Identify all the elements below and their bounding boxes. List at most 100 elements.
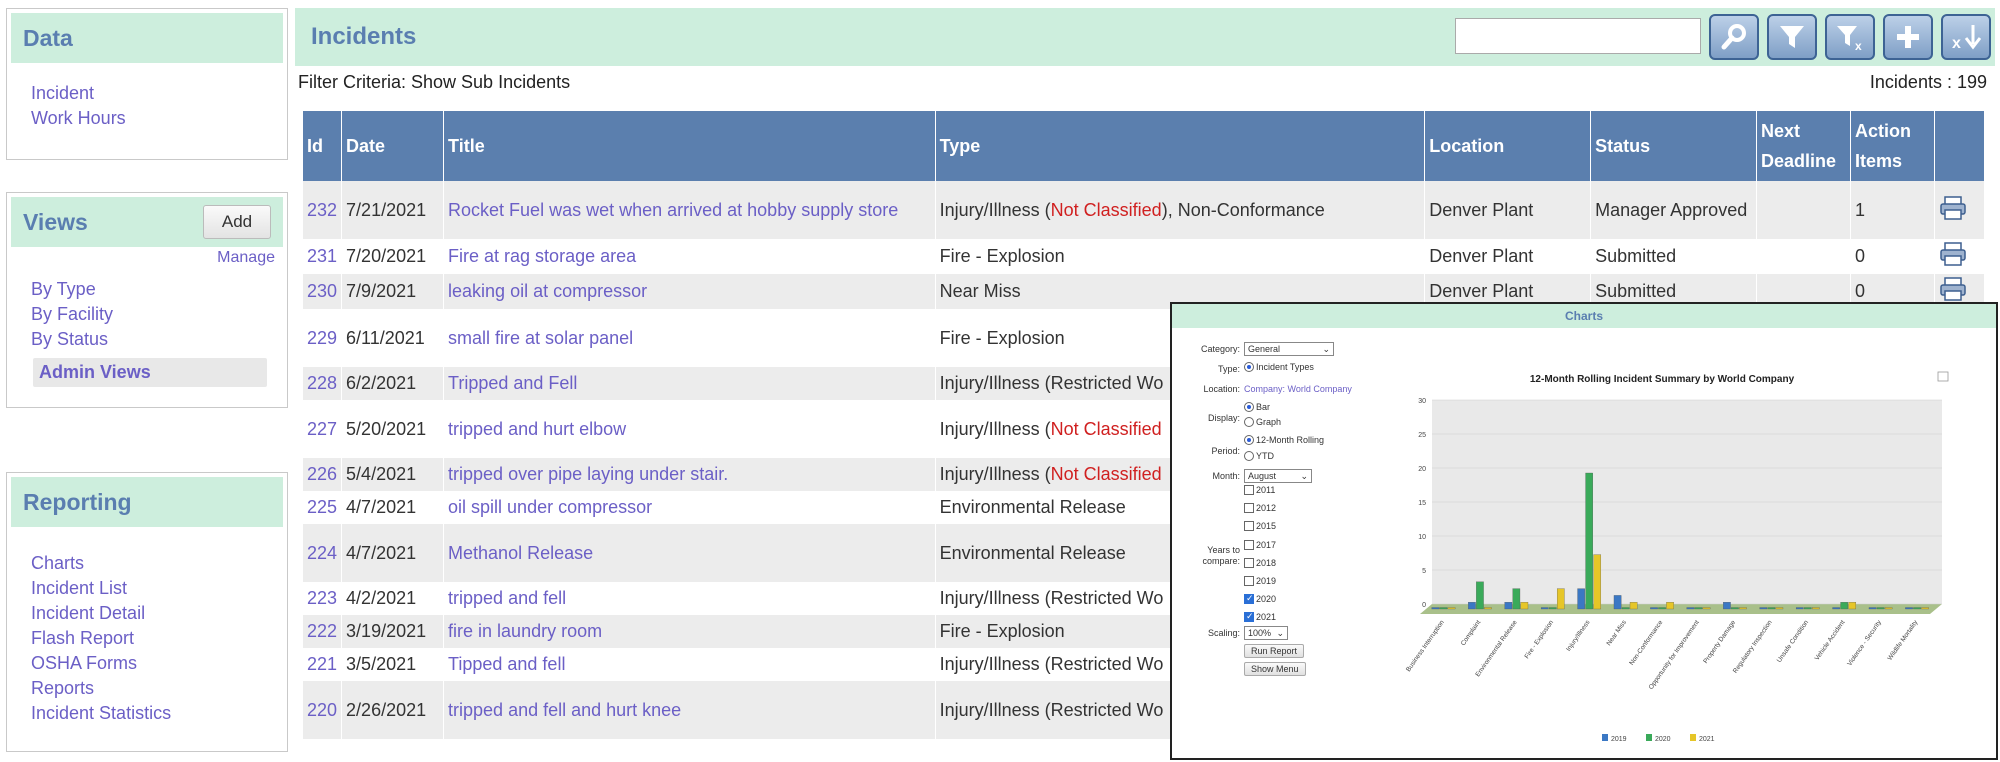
col-type[interactable]: Type bbox=[935, 111, 1426, 181]
bar-2021 bbox=[1484, 607, 1492, 610]
display-bar-radio[interactable]: Bar bbox=[1244, 402, 1270, 412]
radio-icon bbox=[1244, 417, 1254, 427]
year-label: 2019 bbox=[1256, 576, 1277, 586]
filter-button[interactable] bbox=[1767, 14, 1817, 60]
search-input[interactable] bbox=[1455, 18, 1701, 54]
clear-filter-button[interactable]: x bbox=[1825, 14, 1875, 60]
incident-title-link[interactable]: Fire at rag storage area bbox=[443, 239, 936, 274]
year-checkbox-2020[interactable]: 2020 bbox=[1244, 593, 1276, 605]
bar-2020 bbox=[1913, 607, 1921, 610]
osha-forms-link[interactable]: OSHA Forms bbox=[31, 651, 287, 676]
incident-id-link[interactable]: 223 bbox=[303, 582, 343, 615]
incident-link[interactable]: Incident bbox=[31, 81, 287, 106]
incident-title-link[interactable]: Methanol Release bbox=[443, 524, 936, 582]
incident-id-link[interactable]: 226 bbox=[303, 458, 343, 491]
add-view-button[interactable]: Add bbox=[203, 205, 271, 239]
col-status[interactable]: Status bbox=[1590, 111, 1758, 181]
col-next-deadline[interactable]: Next Deadline bbox=[1756, 111, 1851, 181]
incident-id-link[interactable]: 221 bbox=[303, 648, 343, 681]
incident-title-link[interactable]: Rocket Fuel was wet when arrived at hobb… bbox=[443, 181, 936, 239]
show-menu-button[interactable]: Show Menu bbox=[1244, 662, 1306, 676]
incident-title-link[interactable]: Tripped and Fell bbox=[443, 367, 936, 400]
incident-title-link[interactable]: Tipped and fell bbox=[443, 648, 936, 681]
table-row[interactable]: 231 7/20/2021 Fire at rag storage area Fire… bbox=[303, 239, 1986, 274]
y-tick-label: 30 bbox=[1418, 398, 1426, 405]
incident-id-link[interactable]: 225 bbox=[303, 491, 343, 524]
incident-id-link[interactable]: 232 bbox=[303, 181, 343, 239]
by-status-link[interactable]: By Status bbox=[31, 327, 287, 352]
incident-id-link[interactable]: 229 bbox=[303, 309, 343, 367]
col-title[interactable]: Title bbox=[443, 111, 936, 181]
incident-id-link[interactable]: 228 bbox=[303, 367, 343, 400]
flash-report-link[interactable]: Flash Report bbox=[31, 626, 287, 651]
year-checkbox-2019[interactable]: 2019 bbox=[1244, 576, 1276, 586]
print-button[interactable] bbox=[1934, 239, 1986, 274]
category-select[interactable]: General ⌄ bbox=[1244, 342, 1334, 356]
by-facility-link[interactable]: By Facility bbox=[31, 302, 287, 327]
display-graph-radio[interactable]: Graph bbox=[1244, 417, 1281, 427]
col-location[interactable]: Location bbox=[1424, 111, 1592, 181]
search-button[interactable] bbox=[1709, 14, 1759, 60]
print-button[interactable] bbox=[1934, 181, 1986, 239]
incident-id-link[interactable]: 227 bbox=[303, 400, 343, 458]
year-checkbox-2011[interactable]: 2011 bbox=[1244, 485, 1275, 495]
incident-title-link[interactable]: tripped over pipe laying under stair. bbox=[443, 458, 936, 491]
type-value: Incident Types bbox=[1256, 362, 1314, 372]
bar-2020 bbox=[1840, 602, 1848, 610]
incident-title-link[interactable]: oil spill under compressor bbox=[443, 491, 936, 524]
col-id[interactable]: Id bbox=[303, 111, 343, 181]
incident-status: Submitted bbox=[1590, 239, 1758, 274]
incident-id-link[interactable]: 231 bbox=[303, 239, 343, 274]
year-checkbox-2015[interactable]: 2015 bbox=[1244, 521, 1277, 532]
run-report-button[interactable]: Run Report bbox=[1244, 644, 1305, 658]
incident-id-link[interactable]: 222 bbox=[303, 615, 343, 648]
work-hours-link[interactable]: Work Hours bbox=[31, 106, 287, 131]
year-checkbox-2018[interactable]: 2018 bbox=[1244, 557, 1276, 568]
incident-statistics-link[interactable]: Incident Statistics bbox=[31, 701, 287, 726]
type-classification: Not Classified bbox=[1050, 464, 1162, 484]
manage-views-link[interactable]: Manage bbox=[217, 249, 275, 267]
incident-list-link[interactable]: Incident List bbox=[31, 576, 287, 601]
incident-title-link[interactable]: fire in laundry room bbox=[443, 615, 936, 648]
admin-views-item[interactable]: Admin Views bbox=[33, 358, 267, 387]
type-radio[interactable]: Incident Types bbox=[1244, 362, 1314, 372]
period-ytd-radio[interactable]: YTD bbox=[1244, 451, 1274, 461]
main-area: Incidents x x Filter Criteria: Show Sub … bbox=[295, 8, 1995, 96]
period-ytd-label: YTD bbox=[1256, 451, 1274, 461]
printer-icon bbox=[1940, 242, 1966, 266]
incident-title-link[interactable]: tripped and fell and hurt knee bbox=[443, 681, 936, 739]
period-rolling-radio[interactable]: 12-Month Rolling bbox=[1244, 435, 1324, 445]
year-label: 2017 bbox=[1256, 539, 1277, 550]
by-type-link[interactable]: By Type bbox=[31, 277, 287, 302]
year-checkbox-2017[interactable]: 2017 bbox=[1244, 539, 1277, 550]
incident-title-link[interactable]: leaking oil at compressor bbox=[443, 274, 936, 309]
incident-id-link[interactable]: 224 bbox=[303, 524, 343, 582]
year-checkbox-2021[interactable]: 2021 bbox=[1244, 611, 1276, 623]
reports-link[interactable]: Reports bbox=[31, 676, 287, 701]
bar-2021 bbox=[1921, 607, 1929, 610]
incident-title-link[interactable]: tripped and fell bbox=[443, 582, 936, 615]
col-action-items[interactable]: Action Items bbox=[1850, 111, 1935, 181]
year-checkbox-2012[interactable]: 2012 bbox=[1244, 503, 1276, 514]
display-graph-label: Graph bbox=[1256, 417, 1282, 427]
incident-title-link[interactable]: small fire at solar panel bbox=[443, 309, 936, 367]
svg-text:x: x bbox=[1855, 39, 1862, 52]
charts-link[interactable]: Charts bbox=[31, 551, 287, 576]
incident-summary-chart: 12-Month Rolling Incident Summary by Wor… bbox=[1405, 371, 1949, 743]
scaling-select[interactable]: 100% ⌄ bbox=[1244, 626, 1288, 640]
incident-detail-link[interactable]: Incident Detail bbox=[31, 601, 287, 626]
add-incident-button[interactable] bbox=[1883, 14, 1933, 60]
incident-id-link[interactable]: 230 bbox=[303, 274, 343, 309]
incident-title-link[interactable]: tripped and hurt elbow bbox=[443, 400, 936, 458]
incident-id-link[interactable]: 220 bbox=[303, 681, 343, 739]
table-row[interactable]: 232 7/21/2021 Rocket Fuel was wet when arr… bbox=[303, 181, 1986, 239]
location-link[interactable]: Company: World Company bbox=[1244, 384, 1352, 394]
type-text: Injury/Illness (Restricted Wo bbox=[939, 654, 1164, 674]
year-label: 2015 bbox=[1256, 521, 1277, 532]
years-label-2: compare: bbox=[1202, 556, 1240, 566]
col-date[interactable]: Date bbox=[341, 111, 445, 181]
charts-window: Charts Category: General ⌄ Type: Incident… bbox=[1170, 302, 1998, 760]
export-button[interactable]: x bbox=[1941, 14, 1991, 60]
views-panel-header: Views Add bbox=[11, 197, 283, 247]
month-select[interactable]: August ⌄ bbox=[1244, 469, 1312, 483]
